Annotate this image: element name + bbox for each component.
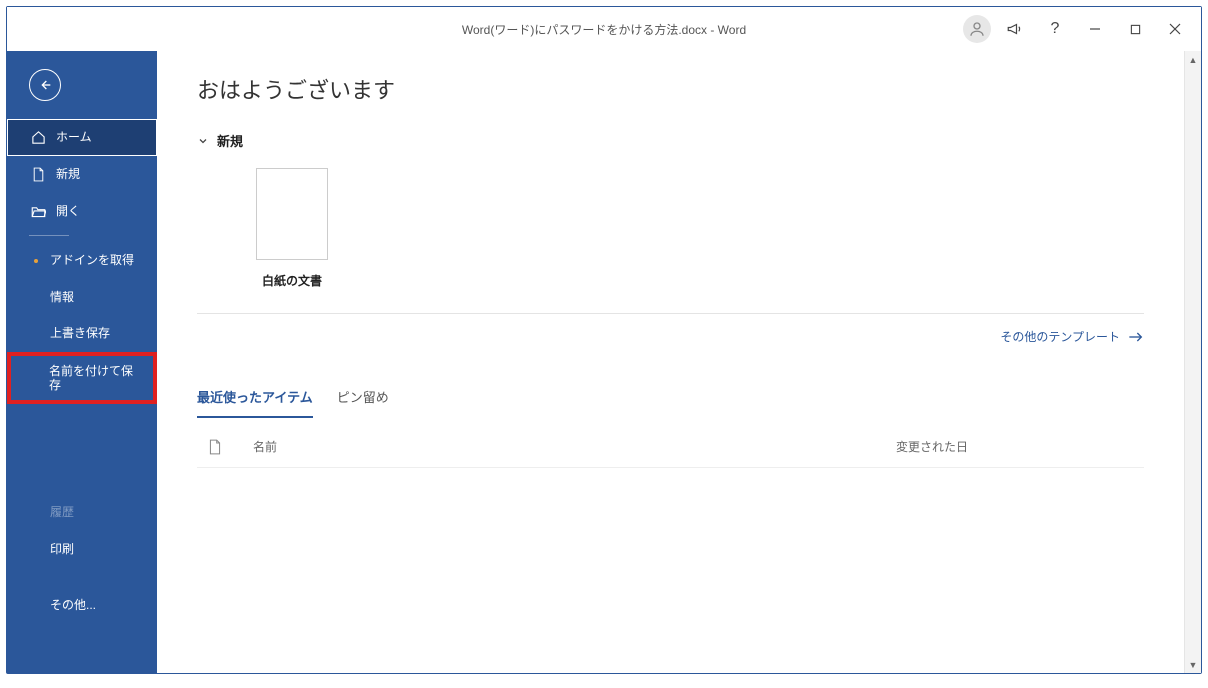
titlebar: Word(ワード)にパスワードをかける方法.docx - Word ? — [7, 7, 1201, 51]
maximize-button[interactable] — [1115, 13, 1155, 45]
home-icon — [30, 130, 46, 145]
sidebar-item-home[interactable]: ホーム — [7, 119, 157, 156]
new-section-header[interactable]: 新規 — [197, 131, 1144, 150]
sidebar-item-label: 履歴 — [50, 505, 74, 519]
divider — [197, 313, 1144, 314]
sidebar-item-label: ホーム — [56, 130, 92, 144]
tab-pinned[interactable]: ピン留め — [337, 379, 389, 418]
recent-tabs: 最近使ったアイテム ピン留め — [197, 379, 1144, 418]
chevron-down-icon: ▼ — [1189, 660, 1198, 670]
help-button[interactable]: ? — [1035, 13, 1075, 45]
close-button[interactable] — [1155, 13, 1195, 45]
page-title: おはようございます — [197, 73, 1144, 105]
sidebar-item-more[interactable]: その他... — [7, 587, 157, 623]
sidebar-item-label: 開く — [56, 204, 80, 218]
template-blank-document[interactable]: 白紙の文書 — [247, 168, 337, 289]
sidebar-item-save[interactable]: 上書き保存 — [7, 315, 157, 351]
window-title: Word(ワード)にパスワードをかける方法.docx - Word — [462, 21, 746, 38]
tab-recent[interactable]: 最近使ったアイテム — [197, 379, 313, 418]
vertical-scrollbar[interactable]: ▲ ▼ — [1184, 51, 1201, 673]
recent-list-header: 名前 変更された日 — [197, 426, 1144, 468]
sidebar-gap — [7, 404, 157, 494]
maximize-icon — [1130, 24, 1141, 35]
arrow-left-icon — [37, 77, 53, 93]
account-button[interactable] — [963, 15, 991, 43]
question-icon: ? — [1051, 20, 1060, 38]
sidebar-item-label: その他... — [50, 598, 96, 612]
file-icon — [30, 167, 46, 182]
sidebar-item-info[interactable]: 情報 — [7, 279, 157, 315]
column-name[interactable]: 名前 — [241, 438, 880, 455]
sidebar-item-get-addins[interactable]: アドインを取得 — [7, 242, 157, 278]
tab-label: ピン留め — [337, 390, 389, 405]
user-icon — [968, 20, 986, 38]
minimize-button[interactable] — [1075, 13, 1115, 45]
file-icon — [205, 439, 225, 455]
coming-soon-button[interactable] — [995, 13, 1035, 45]
template-thumbnail — [256, 168, 328, 260]
minimize-icon — [1089, 23, 1101, 35]
section-title: 新規 — [217, 131, 243, 150]
chevron-down-icon — [197, 135, 209, 147]
body-area: ホーム 新規 開く アドインを取得 情報 — [7, 51, 1201, 673]
main-area: おはようございます 新規 白紙の文書 その他のテンプレート — [157, 51, 1201, 673]
scroll-up-button[interactable]: ▲ — [1185, 51, 1202, 68]
sidebar-item-label: 情報 — [50, 290, 74, 304]
megaphone-icon — [1006, 20, 1024, 38]
sidebar-item-label: アドインを取得 — [50, 253, 134, 267]
sidebar-item-history[interactable]: 履歴 — [7, 494, 157, 530]
app-window: Word(ワード)にパスワードをかける方法.docx - Word ? — [6, 6, 1202, 674]
sidebar-item-open[interactable]: 開く — [7, 193, 157, 229]
back-row — [7, 69, 157, 119]
column-date[interactable]: 変更された日 — [896, 438, 1136, 455]
arrow-right-icon — [1128, 331, 1144, 343]
chevron-up-icon: ▲ — [1189, 55, 1198, 65]
back-button[interactable] — [29, 69, 61, 101]
titlebar-controls: ? — [963, 7, 1195, 51]
sidebar-item-label: 上書き保存 — [50, 326, 110, 340]
close-icon — [1169, 23, 1181, 35]
sidebar-gap — [7, 567, 157, 587]
template-label: 白紙の文書 — [247, 272, 337, 289]
sidebar-item-label: 新規 — [56, 167, 80, 181]
template-row: 白紙の文書 — [197, 168, 1144, 289]
scroll-down-button[interactable]: ▼ — [1185, 656, 1202, 673]
sidebar-item-save-as[interactable]: 名前を付けて保存 — [7, 352, 157, 405]
sidebar-item-new[interactable]: 新規 — [7, 156, 157, 193]
sidebar-item-label: 名前を付けて保存 — [49, 364, 143, 393]
main-body: おはようございます 新規 白紙の文書 その他のテンプレート — [157, 51, 1184, 673]
sidebar-item-print[interactable]: 印刷 — [7, 531, 157, 567]
sidebar-separator — [29, 235, 69, 236]
folder-open-icon — [30, 205, 46, 218]
tab-label: 最近使ったアイテム — [197, 390, 313, 405]
more-templates-link[interactable]: その他のテンプレート — [197, 328, 1144, 345]
backstage-sidebar: ホーム 新規 開く アドインを取得 情報 — [7, 51, 157, 673]
sidebar-item-label: 印刷 — [50, 542, 74, 556]
more-templates-label: その他のテンプレート — [1000, 328, 1120, 345]
